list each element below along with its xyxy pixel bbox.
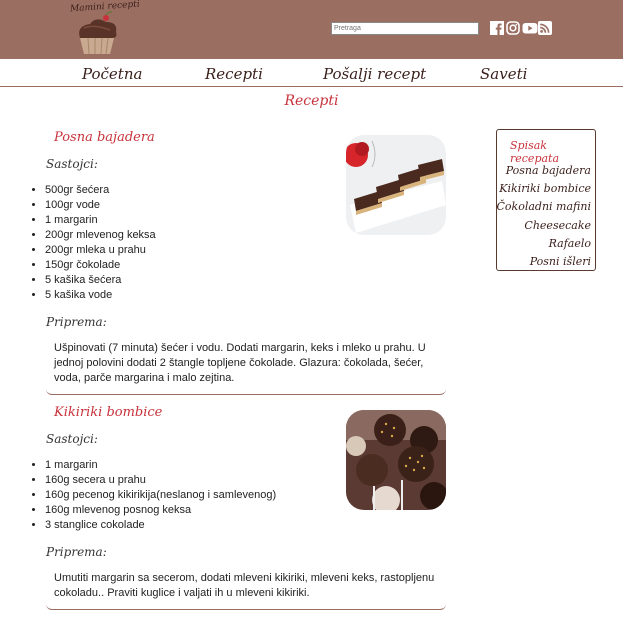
ingredient-item: 150gr čokolade — [45, 258, 156, 273]
recipe-list-sidebar: Spisak recepata Posna bajadera Kikiriki … — [496, 129, 596, 271]
ingredient-item: 160g mlevenog posnog keksa — [45, 503, 276, 518]
sidebar-item-rafaelo[interactable]: Rafaelo — [497, 235, 591, 253]
preparation-text: Ušpinovati (7 minuta) šećer i vodu. Doda… — [46, 338, 446, 395]
ingredient-item: 200gr mleka u prahu — [45, 243, 156, 258]
ingredient-item: 200gr mlevenog keksa — [45, 228, 156, 243]
social-links — [490, 21, 552, 35]
ingredient-item: 160g pecenog kikirikija(neslanog i samle… — [45, 488, 276, 503]
sidebar-item-kikiriki-bombice[interactable]: Kikiriki bombice — [497, 180, 591, 198]
instagram-icon[interactable] — [506, 21, 520, 35]
ingredient-item: 160g secera u prahu — [45, 473, 276, 488]
recipe-title[interactable]: Posna bajadera — [54, 130, 155, 145]
youtube-icon[interactable] — [522, 21, 538, 35]
ingredient-item: 1 margarin — [45, 458, 276, 473]
preparation-text: Umutiti margarin sa secerom, dodati mlev… — [46, 568, 446, 610]
sidebar-item-cheesecake[interactable]: Cheesecake — [497, 217, 591, 235]
ingredients-list: 1 margarin 160g secera u prahu 160g pece… — [28, 458, 276, 533]
sidebar-item-posna-bajadera[interactable]: Posna bajadera — [497, 162, 591, 180]
main-nav: Početna Recepti Pošalji recept Saveti — [0, 59, 623, 87]
ingredient-item: 3 stanglice cokolade — [45, 518, 276, 533]
preparation-heading: Priprema: — [46, 315, 107, 329]
sidebar-item-posni-isleri[interactable]: Posni išleri — [497, 253, 591, 271]
page-title: Recepti — [284, 93, 339, 109]
site-header: Mamini recepti — [0, 0, 623, 59]
sidebar-links: Posna bajadera Kikiriki bombice Čokoladn… — [497, 162, 591, 271]
ingredient-item: 100gr vode — [45, 198, 156, 213]
ingredients-heading: Sastojci: — [46, 432, 98, 446]
rss-icon[interactable] — [538, 21, 552, 35]
preparation-heading: Priprema: — [46, 545, 107, 559]
sidebar-item-cokoladni-mafini[interactable]: Čokoladni mafini — [497, 198, 591, 216]
ingredient-item: 5 kašika šećera — [45, 273, 156, 288]
nav-home[interactable]: Početna — [82, 65, 142, 83]
logo[interactable]: Mamini recepti — [62, 0, 140, 58]
recipe-photo-bajadera — [346, 135, 446, 235]
ingredient-item: 1 margarin — [45, 213, 156, 228]
search-input[interactable] — [331, 22, 479, 35]
nav-recipes[interactable]: Recepti — [205, 65, 263, 83]
ingredient-item: 5 kašika vode — [45, 288, 156, 303]
ingredient-item: 500gr šećera — [45, 183, 156, 198]
ingredients-list: 500gr šećera 100gr vode 1 margarin 200gr… — [28, 183, 156, 303]
recipe-title[interactable]: Kikiriki bombice — [54, 405, 162, 420]
ingredients-heading: Sastojci: — [46, 157, 98, 171]
recipe-photo-kikiriki — [346, 410, 446, 510]
facebook-icon[interactable] — [490, 21, 504, 35]
cupcake-icon — [79, 11, 117, 55]
nav-submit-recipe[interactable]: Pošalji recept — [323, 65, 426, 83]
nav-tips[interactable]: Saveti — [480, 65, 527, 83]
